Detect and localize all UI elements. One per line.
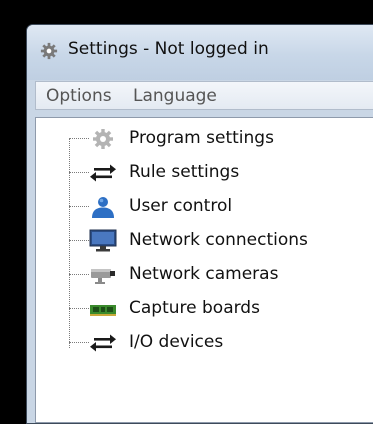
menu-language[interactable]: Language [133, 86, 217, 106]
gear-icon [93, 129, 113, 149]
camera-icon [91, 269, 115, 284]
settings-tree: Program settings Rule settings User cont… [35, 117, 373, 423]
tree-item-label: Program settings [129, 128, 274, 148]
swap-arrows-icon [90, 164, 116, 182]
tree-item-label: I/O devices [129, 332, 224, 352]
tree-item-rule-settings[interactable]: Rule settings [69, 160, 373, 186]
gear-icon [40, 42, 58, 60]
tree-item-user-control[interactable]: User control [69, 194, 373, 220]
tree-item-program-settings[interactable]: Program settings [69, 126, 373, 152]
user-icon [92, 197, 114, 218]
tree-item-network-cameras[interactable]: Network cameras [69, 262, 373, 288]
title-bar[interactable]: Settings - Not logged in [27, 25, 373, 80]
tree-item-capture-boards[interactable]: Capture boards [69, 296, 373, 322]
window-title: Settings - Not logged in [68, 39, 269, 59]
tree-item-label: User control [129, 196, 233, 216]
capture-board-icon [90, 305, 116, 316]
menu-bar: Options Language [35, 81, 373, 110]
monitor-icon [89, 229, 117, 252]
menu-options[interactable]: Options [46, 86, 112, 106]
tree-item-label: Network cameras [129, 264, 279, 284]
tree-item-label: Network connections [129, 230, 308, 250]
tree-item-network-connections[interactable]: Network connections [69, 228, 373, 254]
tree-item-io-devices[interactable]: I/O devices [69, 330, 373, 356]
tree-item-label: Rule settings [129, 162, 240, 182]
tree-item-label: Capture boards [129, 298, 260, 318]
settings-window: Settings - Not logged in Options Languag… [26, 24, 373, 424]
swap-arrows-icon [90, 334, 116, 352]
